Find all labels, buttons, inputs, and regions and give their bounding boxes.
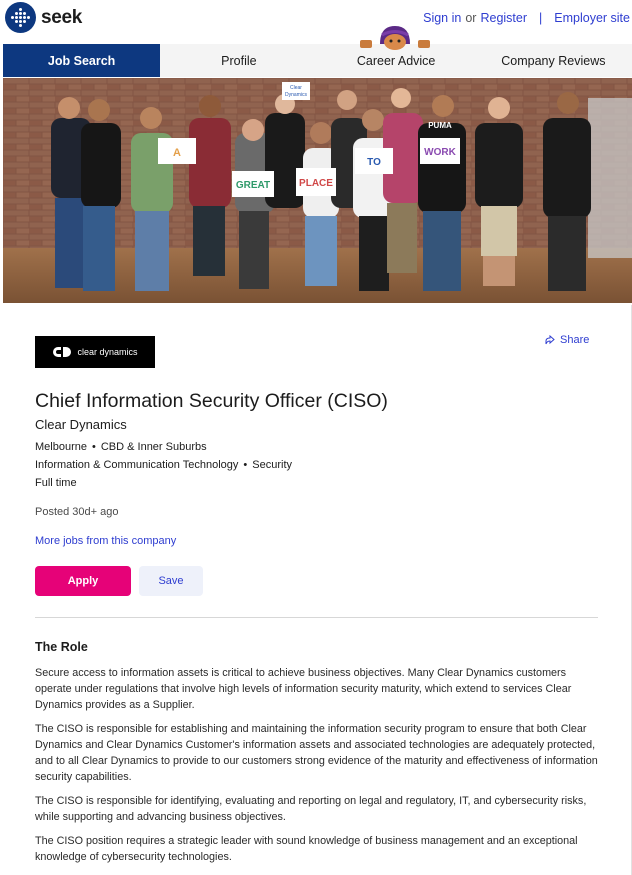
save-button[interactable]: Save [139,566,203,596]
career-advice-mascot-icon [360,26,430,50]
location-area: CBD & Inner Suburbs [100,441,207,453]
classification: Information & Communication Technology [35,459,239,471]
job-description: Secure access to information assets is c… [35,665,598,873]
tab-profile[interactable]: Profile [160,44,317,77]
svg-text:PLACE: PLACE [299,178,333,189]
company-name: Clear Dynamics [35,417,127,432]
share-icon [545,335,555,345]
description-paragraph: The CISO position requires a strategic l… [35,835,578,863]
svg-text:WORK: WORK [424,147,456,158]
section-divider [35,617,598,618]
work-type: Full time [35,477,77,489]
clear-dynamics-logo-icon [53,347,72,357]
more-jobs-link[interactable]: More jobs from this company [35,535,176,547]
subclassification: Security [252,459,293,471]
seek-logo-icon [5,2,36,33]
description-paragraph: The CISO is responsible for identifying,… [35,795,587,823]
svg-text:Clear: Clear [290,85,302,91]
share-button[interactable]: Share [545,334,589,346]
link-separator: | [539,11,543,25]
svg-text:Dynamics: Dynamics [285,92,307,98]
seek-logo[interactable]: seek [5,2,82,33]
svg-text:TO: TO [367,157,381,168]
svg-text:PUMA: PUMA [428,121,452,130]
svg-text:GREAT: GREAT [236,180,270,191]
location-city: Melbourne [35,441,87,453]
job-classification: Information & Communication Technology • S… [35,459,292,471]
account-links: Sign in or Register | Employer site [423,11,630,25]
tab-company-reviews[interactable]: Company Reviews [475,44,632,77]
svg-text:A: A [173,147,181,159]
or-text: or [465,11,477,25]
main-nav: Job Search Profile Career Advice Company… [3,44,632,77]
company-logo-text: clear dynamics [77,347,138,357]
job-location: Melbourne • CBD & Inner Suburbs [35,441,207,453]
description-paragraph: The CISO is responsible for establishing… [35,723,598,783]
description-paragraph: Secure access to information assets is c… [35,667,572,711]
team-photo: Clear Dynamics A GREAT PLACE TO WORK PUM… [3,78,632,303]
share-label: Share [560,334,590,346]
company-logo[interactable]: clear dynamics [35,336,155,368]
bullet-separator: • [91,441,96,453]
apply-button[interactable]: Apply [35,566,131,596]
job-title: Chief Information Security Officer (CISO… [35,390,388,412]
seek-logo-text: seek [41,6,83,28]
role-heading: The Role [35,640,88,654]
top-bar: seek Sign in or Register | Employer site [0,0,632,40]
posted-date: Posted 30d+ ago [35,506,119,518]
tab-job-search[interactable]: Job Search [3,44,161,77]
bullet-separator: • [243,459,248,471]
register-link[interactable]: Register [480,11,527,25]
employer-site-link[interactable]: Employer site [554,11,630,25]
company-hero-image: Clear Dynamics A GREAT PLACE TO WORK PUM… [3,78,632,303]
